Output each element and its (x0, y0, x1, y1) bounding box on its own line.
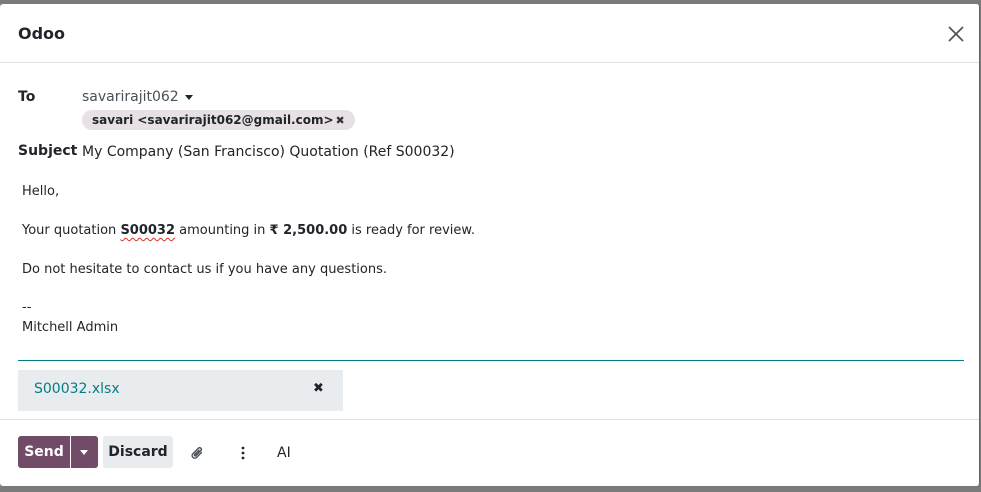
dialog-title: Odoo (18, 24, 66, 43)
signature: Mitchell Admin (22, 320, 119, 335)
quotation-amount: ₹ 2,500.00 (269, 223, 348, 238)
footer-separator (0, 419, 979, 420)
to-recipient-select[interactable]: savarirajit062 (82, 89, 193, 105)
attachment-link[interactable]: S00032.xlsx (34, 381, 120, 397)
caret-down-icon (184, 94, 193, 100)
send-button[interactable]: Send (18, 436, 70, 468)
paperclip-icon (191, 446, 203, 459)
body-text: Your quotation (22, 223, 121, 238)
discard-button[interactable]: Discard (103, 436, 173, 468)
to-label: To (18, 89, 36, 105)
dialog-header: Odoo (0, 4, 979, 63)
subject-label: Subject (18, 143, 78, 159)
body-greeting: Hello, (22, 184, 60, 199)
signature-separator: -- (22, 300, 32, 315)
editor-divider (18, 360, 964, 361)
close-button[interactable] (946, 24, 966, 44)
quotation-ref: S00032 (120, 223, 176, 238)
ai-button[interactable]: AI (277, 445, 291, 461)
mail-composer-dialog: Odoo To savarirajit062 savari <savariraj… (0, 4, 980, 486)
recipient-tag-label: savari <savarirajit062@gmail.com> (92, 113, 334, 127)
to-recipient-value: savarirajit062 (82, 89, 179, 105)
remove-icon[interactable]: ✖ (336, 114, 345, 127)
caret-down-icon (80, 450, 88, 455)
attach-file-button[interactable] (189, 444, 207, 462)
close-icon (948, 26, 964, 42)
body-text: amounting in (175, 223, 270, 238)
body-text: is ready for review. (347, 223, 475, 238)
body-quotation-line: Your quotation S00032 amounting in ₹ 2,5… (22, 223, 475, 238)
vertical-ellipsis-icon (241, 446, 245, 460)
send-options-toggle[interactable] (71, 436, 98, 468)
body-contact-line: Do not hesitate to contact us if you hav… (22, 262, 388, 277)
attachment-item: S00032.xlsx ✖ (18, 370, 343, 411)
recipient-tag[interactable]: savari <savarirajit062@gmail.com> ✖ (82, 110, 355, 130)
more-options-button[interactable] (234, 444, 252, 462)
subject-input[interactable]: My Company (San Francisco) Quotation (Re… (82, 144, 455, 160)
remove-attachment-icon[interactable]: ✖ (313, 381, 324, 396)
